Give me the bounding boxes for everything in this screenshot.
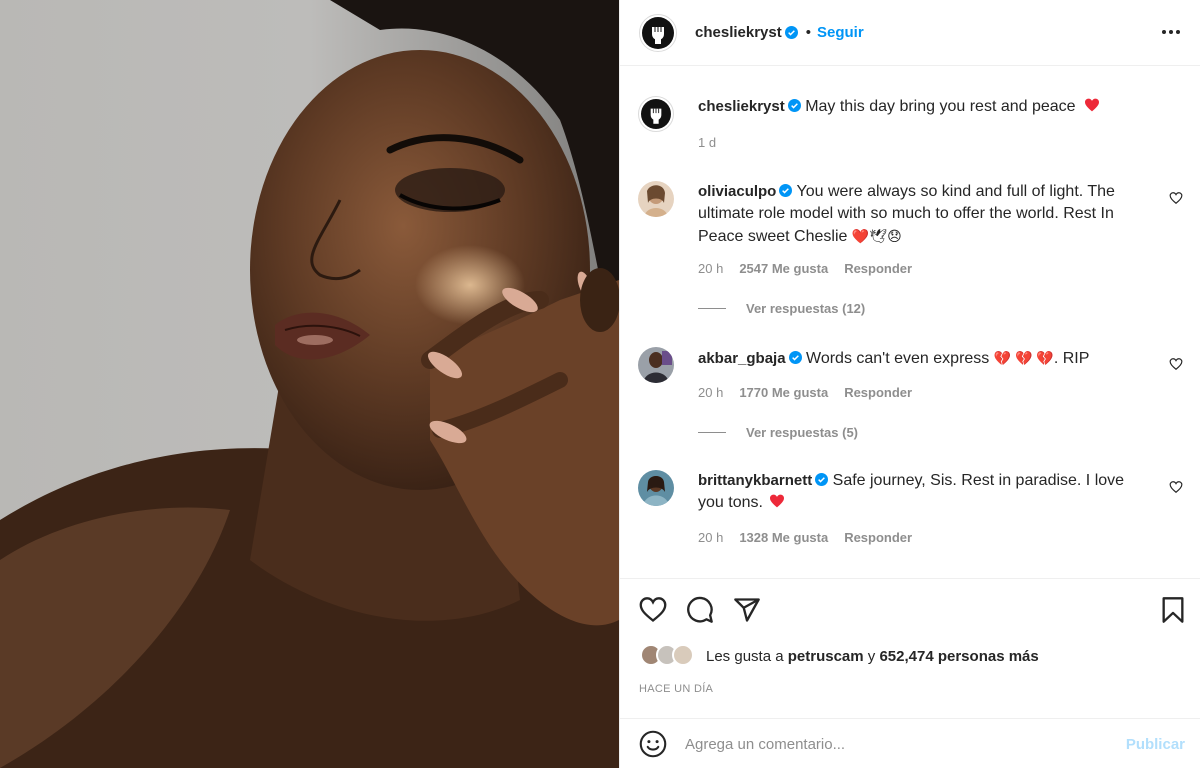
post-actions: Les gusta a petruscam y 652,474 personas… bbox=[620, 578, 1200, 768]
likes-text: Les gusta a petruscam y 652,474 personas… bbox=[706, 648, 1039, 665]
comment-username[interactable]: brittanykbarnett bbox=[698, 472, 812, 489]
comment-bubble-icon[interactable] bbox=[686, 596, 714, 624]
verified-badge-icon bbox=[787, 99, 801, 112]
replies-line bbox=[698, 308, 726, 309]
more-options-icon[interactable] bbox=[1159, 22, 1183, 42]
verified-badge-icon bbox=[788, 351, 802, 364]
view-replies-label[interactable]: Ver respuestas (5) bbox=[746, 425, 858, 440]
comment-emoji: 💔 💔 💔 bbox=[993, 350, 1054, 366]
caption-username[interactable]: chesliekryst bbox=[698, 98, 785, 115]
comment-meta: 20 h 2547 Me gusta Responder bbox=[698, 261, 912, 276]
red-heart-emoji-icon bbox=[1085, 98, 1100, 112]
caption-text: May this day bring you rest and peace bbox=[805, 98, 1076, 115]
comment-likes[interactable]: 1770 Me gusta bbox=[739, 385, 828, 400]
separator-dot: • bbox=[805, 24, 811, 41]
comment-text: Words can't even express bbox=[806, 350, 990, 367]
comment-input[interactable] bbox=[685, 735, 1085, 753]
liker-avatar bbox=[672, 644, 694, 666]
save-bookmark-icon[interactable] bbox=[1159, 596, 1187, 624]
post-timestamp[interactable]: HACE UN DÍA bbox=[639, 683, 713, 695]
add-comment-bar: Publicar bbox=[620, 718, 1200, 768]
caption-meta: 1 d bbox=[698, 135, 716, 150]
verified-badge-icon bbox=[779, 184, 793, 197]
verified-badge-icon bbox=[815, 473, 829, 486]
likes-summary: Les gusta a petruscam y 652,474 personas… bbox=[640, 644, 1039, 668]
likes-middle: y bbox=[867, 647, 876, 665]
follow-button[interactable]: Seguir bbox=[817, 24, 864, 41]
like-comment-heart-icon[interactable] bbox=[1169, 357, 1183, 371]
reply-button[interactable]: Responder bbox=[844, 261, 912, 276]
avatar-photo bbox=[638, 347, 674, 383]
reply-button[interactable]: Responder bbox=[844, 385, 912, 400]
view-replies[interactable]: Ver respuestas (12) bbox=[698, 301, 865, 316]
likes-prefix: Les gusta a bbox=[706, 647, 784, 665]
liker-avatars[interactable] bbox=[640, 644, 696, 668]
author-avatar[interactable] bbox=[639, 13, 677, 52]
publish-button[interactable]: Publicar bbox=[1126, 736, 1185, 753]
avatar-photo bbox=[638, 470, 674, 506]
red-heart-emoji-icon bbox=[770, 494, 785, 508]
post-photo[interactable] bbox=[0, 0, 619, 768]
emoji-smiley-icon[interactable] bbox=[639, 730, 667, 758]
comment-likes[interactable]: 1328 Me gusta bbox=[739, 530, 828, 545]
like-comment-heart-icon[interactable] bbox=[1169, 480, 1183, 494]
comment-username[interactable]: oliviaculpo bbox=[698, 183, 776, 200]
comments-list[interactable]: chesliekryst May this day bring you rest… bbox=[620, 67, 1200, 578]
author-username[interactable]: chesliekryst bbox=[695, 24, 782, 41]
reply-button[interactable]: Responder bbox=[844, 530, 912, 545]
comment-suffix: . RIP bbox=[1053, 350, 1090, 367]
view-replies-label[interactable]: Ver respuestas (12) bbox=[746, 301, 865, 316]
replies-line bbox=[698, 432, 726, 433]
commenter-avatar[interactable] bbox=[638, 470, 674, 506]
fist-icon bbox=[650, 108, 662, 124]
like-heart-icon[interactable] bbox=[639, 596, 667, 624]
post-header: chesliekryst • Seguir bbox=[620, 0, 1200, 66]
share-send-icon[interactable] bbox=[733, 596, 761, 624]
comment-time[interactable]: 20 h bbox=[698, 385, 723, 400]
comment-emoji: ❤️🕊😞 bbox=[851, 228, 902, 244]
comment-likes[interactable]: 2547 Me gusta bbox=[739, 261, 828, 276]
likes-user[interactable]: petruscam bbox=[788, 648, 864, 665]
commenter-avatar[interactable] bbox=[638, 181, 674, 217]
portrait-illustration bbox=[0, 0, 619, 768]
fist-icon bbox=[652, 26, 664, 44]
verified-badge-icon bbox=[784, 26, 798, 39]
commenter-avatar[interactable] bbox=[638, 347, 674, 383]
post-panel: chesliekryst • Seguir chesliekryst May t… bbox=[619, 0, 1200, 768]
likes-count[interactable]: 652,474 personas más bbox=[879, 648, 1038, 665]
avatar-photo bbox=[638, 181, 674, 217]
view-replies[interactable]: Ver respuestas (5) bbox=[698, 425, 858, 440]
caption-avatar[interactable] bbox=[638, 96, 674, 132]
comment-time[interactable]: 20 h bbox=[698, 261, 723, 276]
comment-time[interactable]: 20 h bbox=[698, 530, 723, 545]
comment-meta: 20 h 1328 Me gusta Responder bbox=[698, 530, 912, 545]
like-comment-heart-icon[interactable] bbox=[1169, 191, 1183, 205]
caption-time[interactable]: 1 d bbox=[698, 135, 716, 150]
comment-meta: 20 h 1770 Me gusta Responder bbox=[698, 385, 912, 400]
comment-username[interactable]: akbar_gbaja bbox=[698, 350, 786, 367]
